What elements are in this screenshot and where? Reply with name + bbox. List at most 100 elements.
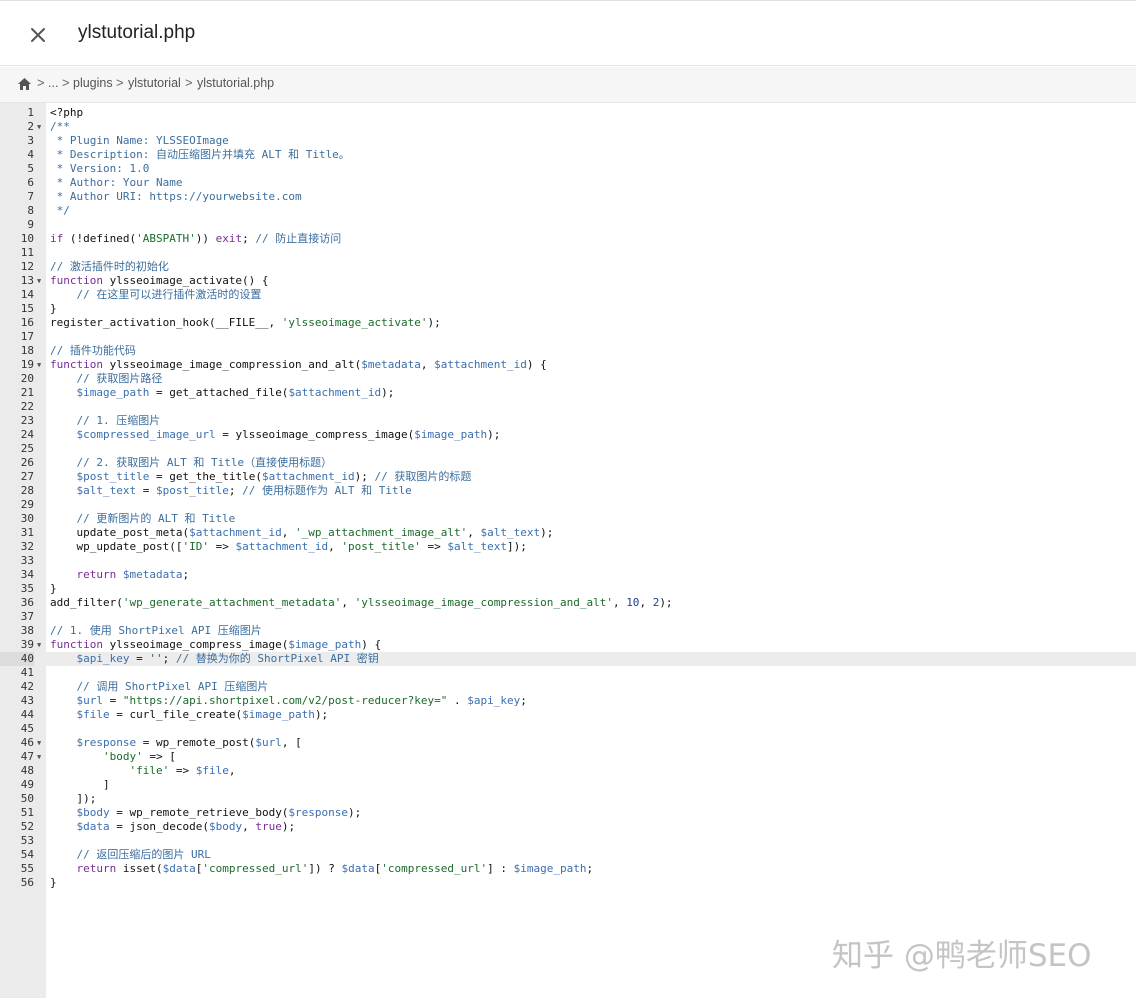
code-line[interactable]: 36 add_filter('wp_generate_attachment_met… [0,596,1136,610]
code-line[interactable]: 18 // 插件功能代码 [0,344,1136,358]
home-icon[interactable] [17,77,32,91]
breadcrumb: > ... > plugins > ylstutorial > ylstutor… [0,67,1136,103]
code-line[interactable]: 50 ]); [0,792,1136,806]
code-line[interactable]: 53 [0,834,1136,848]
code-line[interactable]: 19 ▼ function ylsseoimage_image_compressio… [0,358,1136,372]
line-number: 29 [20,498,34,511]
code-line[interactable]: 6 * Author: Your Name [0,176,1136,190]
code-line[interactable]: 40 $api_key = ''; // 替换为你的 ShortPixel AP… [0,652,1136,666]
line-number: 14 [20,288,34,301]
code-line[interactable]: 3 * Plugin Name: YLSSEOImage [0,134,1136,148]
code-line[interactable]: 52 $data = json_decode($body, true); [0,820,1136,834]
line-number: 43 [20,694,34,707]
fold-arrow-icon[interactable]: ▼ [37,736,41,750]
line-number: 55 [20,862,34,875]
code-line[interactable]: 47 ▼ 'body' => [ [0,750,1136,764]
code-text: * Author URI: https://yourwebsite.com [50,190,302,203]
code-line[interactable]: 31 update_post_meta($attachment_id, '_wp… [0,526,1136,540]
code-line[interactable]: 12 // 激活插件时的初始化 [0,260,1136,274]
code-line[interactable]: 32 wp_update_post(['ID' => $attachment_i… [0,540,1136,554]
fold-arrow-icon[interactable]: ▼ [37,358,41,372]
code-line[interactable]: 42 // 调用 ShortPixel API 压缩图片 [0,680,1136,694]
code-line[interactable]: 13 ▼ function ylsseoimage_activate() { [0,274,1136,288]
code-lines[interactable]: 1 <?php 2 ▼/** 3 * Plugin Name: YLSSEOImage 4… [0,106,1136,890]
code-line[interactable]: 21 $image_path = get_attached_file($atta… [0,386,1136,400]
code-line[interactable]: 11 [0,246,1136,260]
code-line[interactable]: 8 */ [0,204,1136,218]
close-icon[interactable] [26,23,50,47]
code-line[interactable]: 7 * Author URI: https://yourwebsite.com [0,190,1136,204]
code-line[interactable]: 48 'file' => $file, [0,764,1136,778]
code-text: // 激活插件时的初始化 [50,260,169,273]
code-text: // 插件功能代码 [50,344,136,357]
code-line[interactable]: 4 * Description: 自动压缩图片并填充 ALT 和 Title。 [0,148,1136,162]
fold-arrow-icon[interactable]: ▼ [37,638,41,652]
code-line[interactable]: 51 $body = wp_remote_retrieve_body($resp… [0,806,1136,820]
code-line[interactable]: 24 $compressed_image_url = ylsseoimage_c… [0,428,1136,442]
line-number: 40 [0,652,34,666]
line-number: 23 [20,414,34,427]
line-number: 48 [20,764,34,777]
code-line[interactable]: 29 [0,498,1136,512]
line-number: 45 [20,722,34,735]
code-line[interactable]: 5 * Version: 1.0 [0,162,1136,176]
code-line[interactable]: 35} [0,582,1136,596]
line-number: 35 [20,582,34,595]
breadcrumb-ellipsis[interactable]: ... [48,76,58,90]
code-line[interactable]: 1 <?php [0,106,1136,120]
line-number: 1 [27,106,34,119]
code-text: $post_title = get_the_title($attachment_… [76,470,472,483]
code-line[interactable]: 55 return isset($data['compressed_url'])… [0,862,1136,876]
code-line[interactable]: 34 return $metadata; [0,568,1136,582]
line-number: 7 [27,190,34,203]
fold-arrow-icon[interactable]: ▼ [37,750,41,764]
breadcrumb-item-file[interactable]: ylstutorial.php [197,76,274,90]
code-text: register_activation_hook(__FILE__, 'ylss… [50,316,441,329]
code-line[interactable]: 16 register_activation_hook(__FILE__, 'yl… [0,316,1136,330]
code-line[interactable]: 38 // 1. 使用 ShortPixel API 压缩图片 [0,624,1136,638]
code-line[interactable]: 26 // 2. 获取图片 ALT 和 Title（直接使用标题） [0,456,1136,470]
code-text: // 在这里可以进行插件激活时的设置 [76,288,262,301]
code-line[interactable]: 15} [0,302,1136,316]
breadcrumb-item-plugins[interactable]: plugins [73,76,113,90]
code-line[interactable]: 27 $post_title = get_the_title($attachme… [0,470,1136,484]
code-text: * Description: 自动压缩图片并填充 ALT 和 Title。 [50,148,350,161]
breadcrumb-item-folder[interactable]: ylstutorial [128,76,181,90]
code-text: } [50,876,57,889]
code-line[interactable]: 46 ▼ $response = wp_remote_post($url, [ [0,736,1136,750]
code-line[interactable]: 44 $file = curl_file_create($image_path)… [0,708,1136,722]
code-editor[interactable]: 1 <?php 2 ▼/** 3 * Plugin Name: YLSSEOImage 4… [0,103,1136,998]
code-line[interactable]: 2 ▼ /** [0,120,1136,134]
code-text: $data = json_decode($body, true); [76,820,296,833]
code-line[interactable]: 30 // 更新图片的 ALT 和 Title [0,512,1136,526]
code-text: // 调用 ShortPixel API 压缩图片 [76,680,269,693]
code-line[interactable]: 25 [0,442,1136,456]
code-line[interactable]: 20 // 获取图片路径 [0,372,1136,386]
code-text: $url = "https://api.shortpixel.com/v2/po… [76,694,527,707]
code-line[interactable]: 56} [0,876,1136,890]
code-line[interactable]: 54 // 返回压缩后的图片 URL [0,848,1136,862]
code-line[interactable]: 14 // 在这里可以进行插件激活时的设置 [0,288,1136,302]
fold-arrow-icon[interactable]: ▼ [37,120,41,134]
code-line[interactable]: 10 if (!defined('ABSPATH')) exit; // 防止直接… [0,232,1136,246]
code-line[interactable]: 39 ▼ function ylsseoimage_compress_image($… [0,638,1136,652]
code-text: add_filter('wp_generate_attachment_metad… [50,596,673,609]
code-line[interactable]: 17 [0,330,1136,344]
code-line[interactable]: 33 [0,554,1136,568]
fold-arrow-icon[interactable]: ▼ [37,274,41,288]
line-number: 13 [20,274,34,287]
code-line[interactable]: 23 // 1. 压缩图片 [0,414,1136,428]
code-line[interactable]: 37 [0,610,1136,624]
line-number: 24 [20,428,34,441]
code-text: $alt_text = $post_title; // 使用标题作为 ALT 和… [76,484,412,497]
code-line[interactable]: 28 $alt_text = $post_title; // 使用标题作为 AL… [0,484,1136,498]
code-line[interactable]: 41 [0,666,1136,680]
line-number: 11 [20,246,34,259]
code-line[interactable]: 9 [0,218,1136,232]
code-text: wp_update_post(['ID' => $attachment_id, … [50,540,527,553]
code-line[interactable]: 45 [0,722,1136,736]
code-line[interactable]: 22 [0,400,1136,414]
watermark: 知乎 @鸭老师SEO [832,938,1092,974]
code-line[interactable]: 43 $url = "https://api.shortpixel.com/v2… [0,694,1136,708]
code-line[interactable]: 49 ] [0,778,1136,792]
